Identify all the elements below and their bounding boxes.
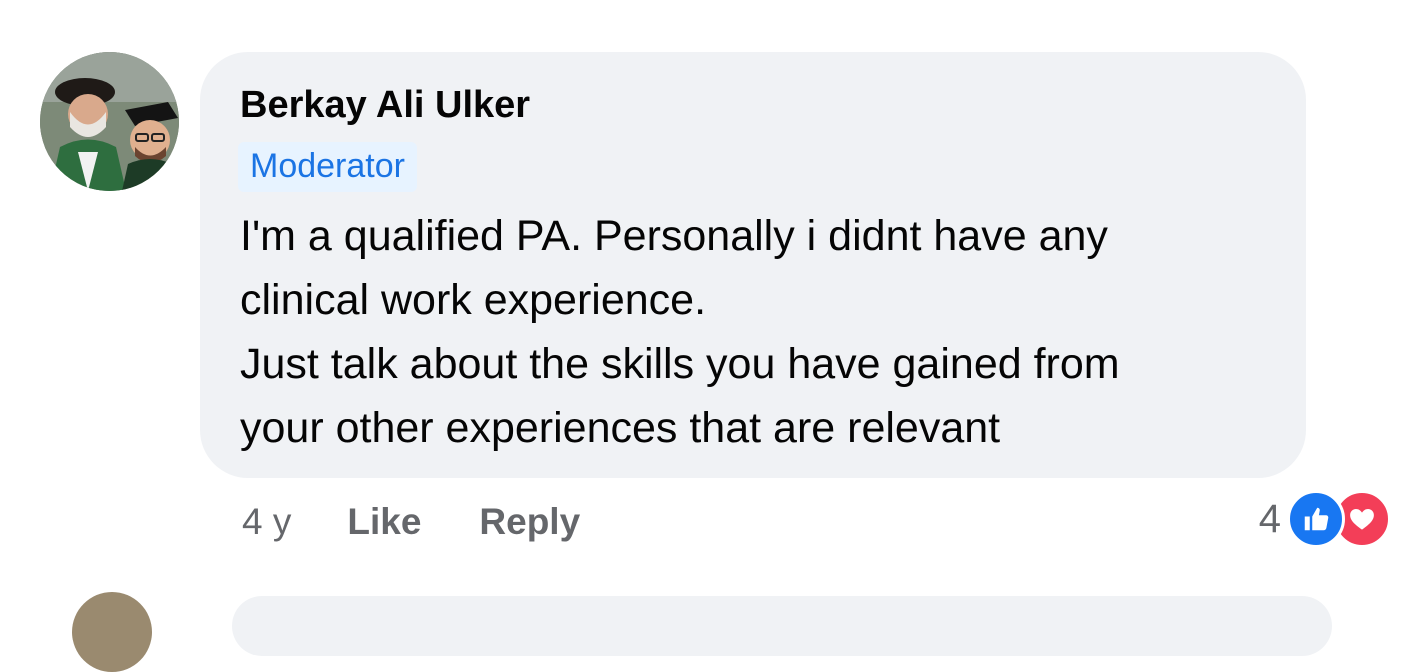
next-comment-bubble [232, 596, 1332, 656]
reaction-summary[interactable]: 4 [1258, 490, 1391, 548]
moderator-badge: Moderator [238, 142, 417, 192]
comment-author-name[interactable]: Berkay Ali Ulker [240, 80, 530, 130]
comment-text-line: your other experiences that are relevant [240, 404, 1001, 452]
like-icon [1287, 490, 1345, 548]
like-button[interactable]: Like [347, 501, 421, 543]
reaction-count: 4 [1258, 496, 1281, 541]
comment-text-line: I'm a qualified PA. Personally i didnt h… [240, 212, 1108, 260]
next-comment-avatar[interactable] [72, 592, 152, 672]
comment-text: I'm a qualified PA. Personally i didnt h… [240, 204, 1266, 460]
avatar[interactable] [40, 52, 179, 191]
comment-timestamp[interactable]: 4 y [242, 501, 291, 543]
comment-bubble: Berkay Ali Ulker Moderator I'm a qualifi… [200, 52, 1306, 478]
comment-text-line: clinical work experience. [240, 276, 707, 324]
reply-button[interactable]: Reply [479, 501, 580, 543]
comment-text-line: Just talk about the skills you have gain… [240, 340, 1120, 388]
comment-actions: 4 y Like Reply [242, 500, 580, 544]
user-photo-avatar [40, 52, 179, 191]
